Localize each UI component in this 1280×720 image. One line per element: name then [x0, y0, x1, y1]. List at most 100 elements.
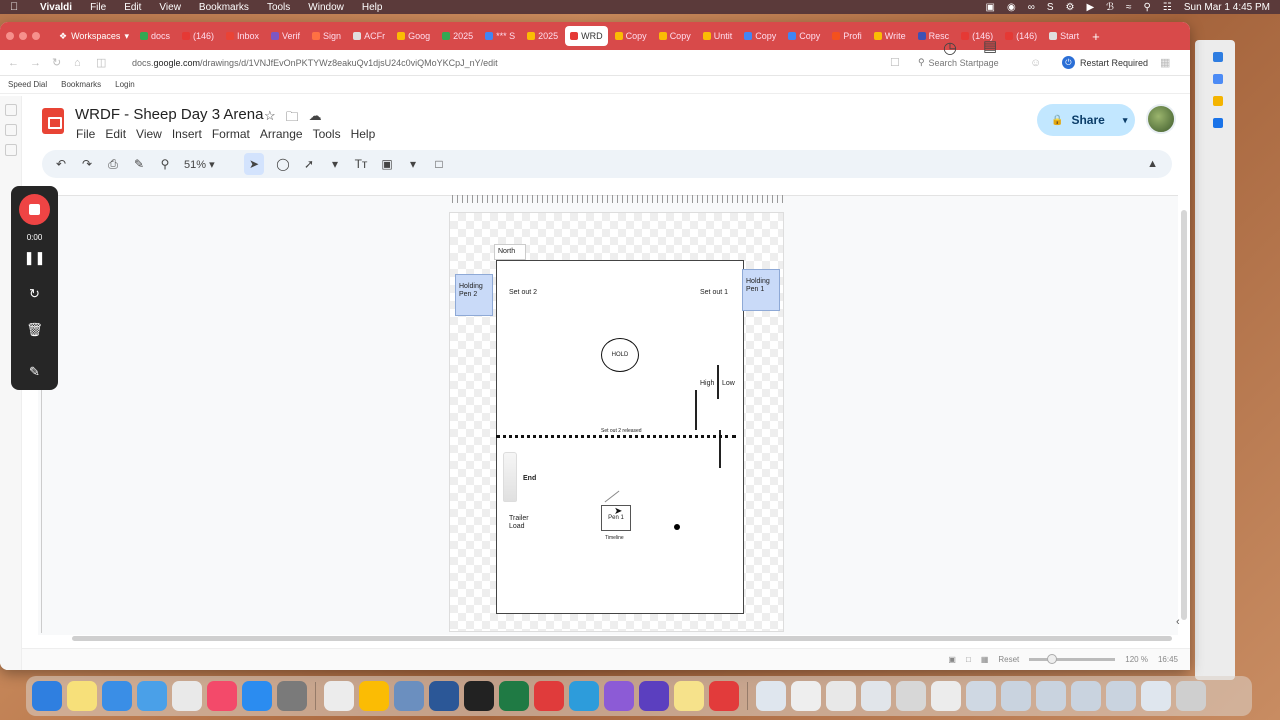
chevron-left-icon[interactable]: ‹ [1176, 616, 1180, 628]
menu-view[interactable]: View [159, 2, 181, 13]
browser-tab[interactable]: ACFr [348, 26, 390, 46]
app-status-icon[interactable]: ◉ [1007, 2, 1016, 13]
text-box-icon[interactable]: Tт [354, 157, 368, 171]
menu-edit[interactable]: Edit [124, 2, 141, 13]
menu-window[interactable]: Window [308, 2, 344, 13]
screenshot-icon[interactable] [1071, 681, 1101, 711]
finder-icon[interactable] [32, 681, 62, 711]
screenshot-icon[interactable] [1036, 681, 1066, 711]
bookmark-login[interactable]: Login [115, 80, 135, 89]
browser-tab[interactable]: WRD [565, 26, 608, 46]
settings-icon[interactable] [102, 681, 132, 711]
add-comment-icon[interactable]: □ [432, 157, 446, 171]
home-icon[interactable]: ⌂ [74, 57, 90, 69]
gear-icon[interactable]: ⚙ [1066, 2, 1075, 13]
paint-format-icon[interactable]: ✎ [132, 157, 146, 171]
browser-tab[interactable]: (146) [177, 26, 219, 46]
holding-pen-2[interactable]: Holding Pen 2 [455, 274, 493, 316]
browser-tab[interactable]: Verif [266, 26, 305, 46]
freeform-icon[interactable] [137, 681, 167, 711]
notes-icon[interactable] [67, 681, 97, 711]
panel-downloads-icon[interactable] [4, 144, 17, 156]
docs-menu-tools[interactable]: Tools [313, 127, 341, 141]
chevron-down-icon[interactable]: ▾ [328, 157, 342, 171]
trailer-load-label[interactable]: Trailer Load [509, 515, 533, 531]
comments-icon[interactable]: ▤ [983, 37, 997, 55]
browser-tab[interactable]: Copy [610, 26, 652, 46]
browser-tab[interactable]: Write [869, 26, 911, 46]
bookmark-bookmarks[interactable]: Bookmarks [61, 80, 101, 89]
document-icon[interactable] [826, 681, 856, 711]
browser-tab[interactable]: Goog [392, 26, 435, 46]
docs-menu-file[interactable]: File [76, 127, 95, 141]
vertical-line[interactable] [717, 365, 719, 399]
browser-tab[interactable]: docs [135, 26, 175, 46]
minimize-window-button[interactable] [19, 32, 27, 40]
holding-pen-1[interactable]: Holding Pen 1 [742, 269, 780, 311]
menu-tools[interactable]: Tools [267, 2, 290, 13]
shield-icon[interactable]: ◫ [96, 56, 112, 69]
background-window[interactable] [1195, 40, 1235, 680]
launchpad-icon[interactable] [172, 681, 202, 711]
browser-tab[interactable]: Profi [827, 26, 867, 46]
browser-tab[interactable]: Untit [698, 26, 738, 46]
back-icon[interactable]: ← [8, 57, 24, 69]
browser-tab[interactable]: *** S [480, 26, 520, 46]
zoom-slider[interactable] [1029, 654, 1116, 664]
bookmark-speed-dial[interactable]: Speed Dial [8, 80, 47, 89]
screenshot-icon[interactable] [966, 681, 996, 711]
profile-icon[interactable]: ☺ [1030, 57, 1046, 69]
stop-recording-button[interactable] [19, 194, 50, 225]
timeline-label[interactable]: Timeline [605, 535, 624, 541]
excel-icon[interactable] [499, 681, 529, 711]
reload-icon[interactable]: ↻ [52, 56, 68, 69]
docs-menu-format[interactable]: Format [212, 127, 250, 141]
menubar-clock[interactable]: Sun Mar 1 4:45 PM [1184, 2, 1270, 13]
browser-tab[interactable]: Start [1044, 26, 1084, 46]
browser-tab[interactable]: Copy [739, 26, 781, 46]
dotted-line[interactable] [496, 435, 736, 438]
high-label[interactable]: High [700, 380, 714, 387]
browser-tab[interactable]: 2025 [437, 26, 478, 46]
undo-icon[interactable]: ↶ [54, 157, 68, 171]
vivaldi-icon[interactable] [709, 681, 739, 711]
browser-tab[interactable]: (146) [1000, 26, 1042, 46]
trash-icon[interactable] [1176, 681, 1206, 711]
zoom-slider-knob[interactable] [1047, 654, 1058, 664]
bottle-image[interactable] [503, 452, 517, 502]
window-icon[interactable]: □ [966, 655, 971, 664]
print-icon[interactable]: ⎙ [106, 157, 120, 172]
word-icon[interactable] [429, 681, 459, 711]
horizontal-scrollbar[interactable] [72, 636, 1172, 641]
redo-icon[interactable]: ↷ [80, 157, 94, 171]
document-icon[interactable] [896, 681, 926, 711]
image-icon[interactable]: ▣ [380, 157, 394, 171]
url-field[interactable]: docs.google.com/drawings/d/1VNJfEvOnPKTY… [132, 58, 890, 68]
bluetooth-icon[interactable]: ℬ [1106, 2, 1114, 13]
workspaces-button[interactable]: ❖ Workspaces ▾ [59, 31, 129, 42]
screen-record-icon[interactable]: ▣ [986, 2, 995, 13]
pencil-app-icon[interactable] [674, 681, 704, 711]
screenshot-icon[interactable] [1106, 681, 1136, 711]
pause-icon[interactable]: ❚❚ [11, 250, 58, 266]
version-history-icon[interactable]: ◷ [943, 38, 957, 58]
document-title[interactable]: WRDF - Sheep Day 3 Arena [75, 106, 263, 123]
search-field[interactable]: ⚲ Search Startpage [912, 55, 1030, 71]
meta-icon[interactable]: ∞ [1028, 2, 1035, 13]
select-tool-icon[interactable]: ➤ [244, 153, 264, 175]
chatgpt-icon[interactable] [324, 681, 354, 711]
acrobat-icon[interactable] [534, 681, 564, 711]
low-label[interactable]: Low [722, 380, 735, 387]
docs-menu-edit[interactable]: Edit [105, 127, 126, 141]
share-button[interactable]: 🔒 Share ▾ [1037, 104, 1135, 136]
drawings-logo-icon[interactable] [42, 108, 64, 134]
podcast-icon[interactable] [639, 681, 669, 711]
system-settings-icon[interactable] [277, 681, 307, 711]
imovie-icon[interactable] [604, 681, 634, 711]
terminal-icon[interactable] [464, 681, 494, 711]
browser-tab[interactable]: Inbox [221, 26, 264, 46]
end-label[interactable]: End [523, 475, 536, 482]
forward-icon[interactable]: → [30, 57, 46, 69]
avatar[interactable] [1146, 104, 1176, 134]
chrome-icon[interactable] [359, 681, 389, 711]
